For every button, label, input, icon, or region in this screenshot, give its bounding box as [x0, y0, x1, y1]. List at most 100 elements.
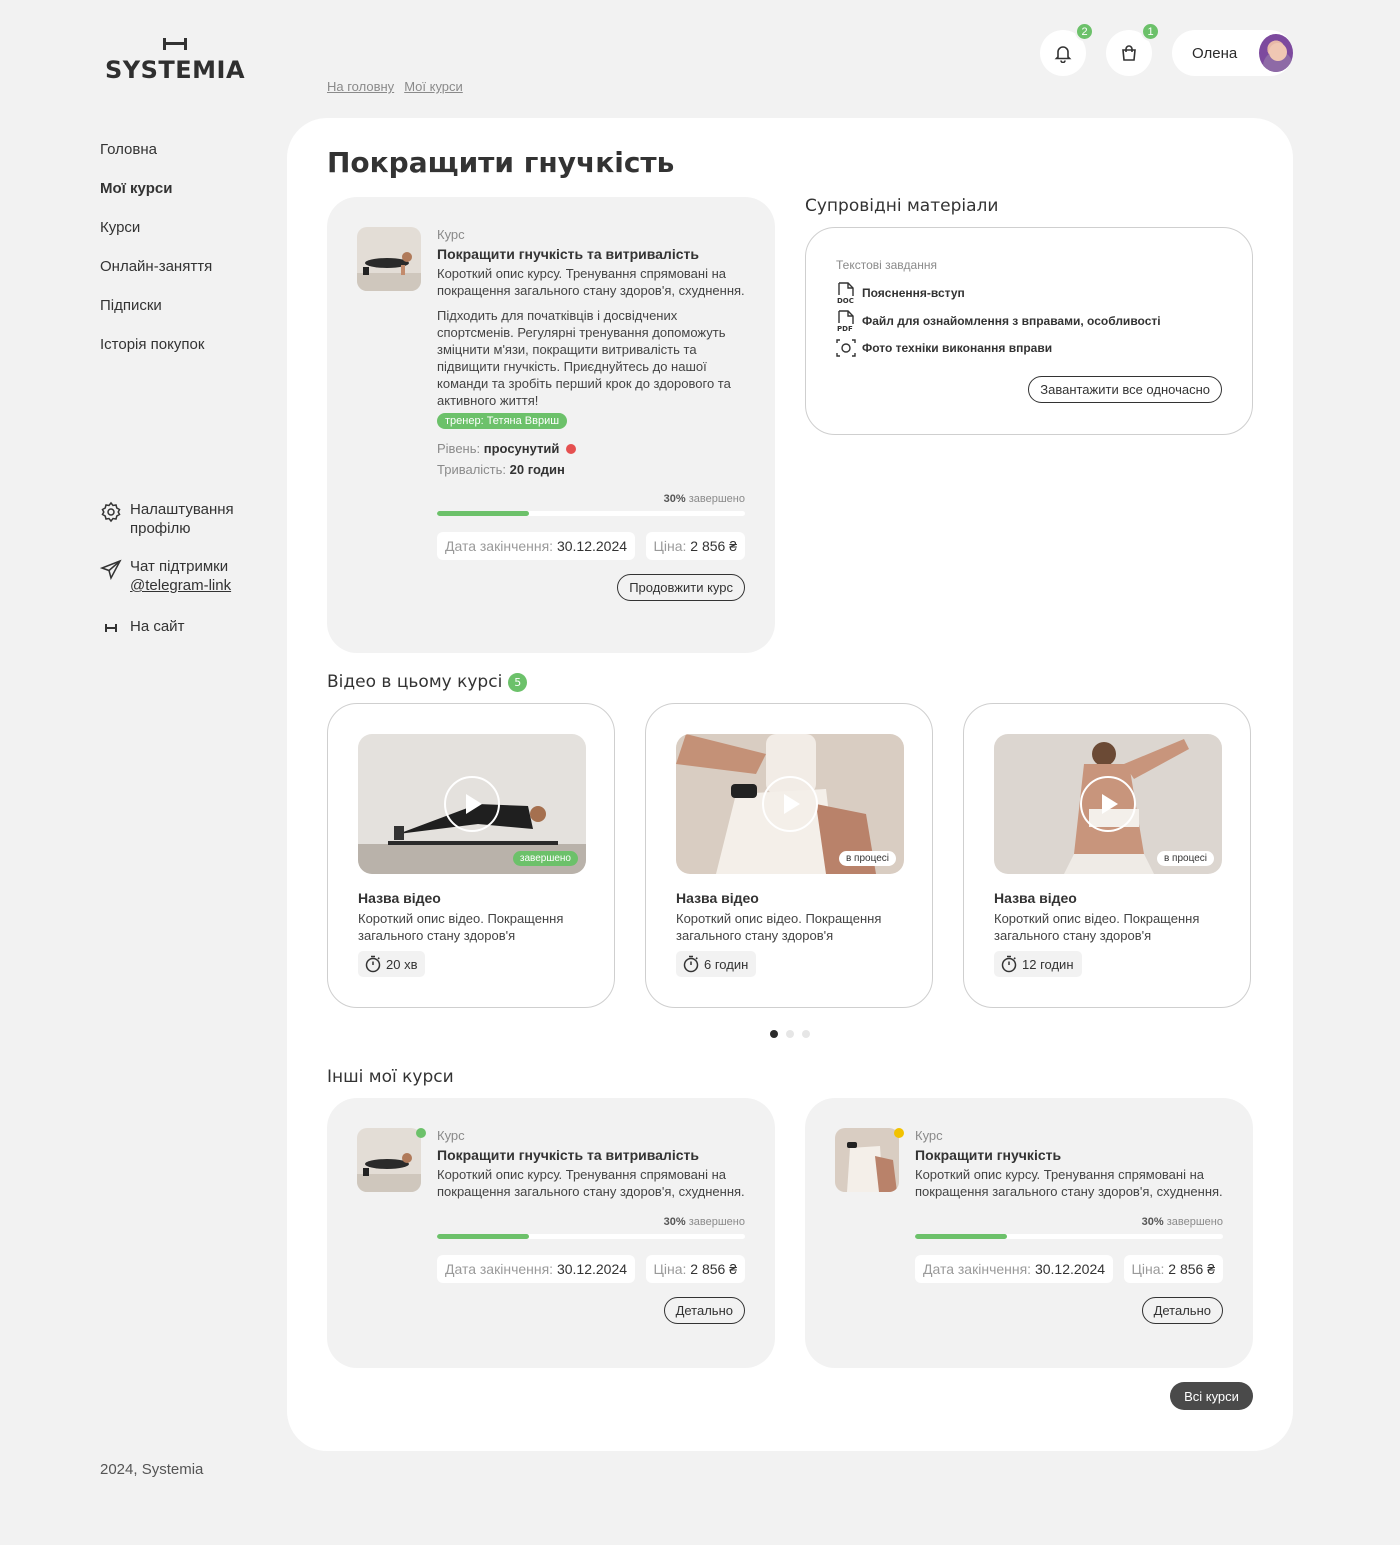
- course-title: Покращити гнучкість: [915, 1147, 1062, 1163]
- video-thumbnail[interactable]: в процесі: [676, 734, 904, 874]
- breadcrumb-home[interactable]: На головну: [327, 79, 394, 94]
- video-thumbnail[interactable]: в процесі: [994, 734, 1222, 874]
- avatar: [1259, 34, 1293, 72]
- details-button[interactable]: Детально: [1141, 1297, 1223, 1324]
- stopwatch-icon: [1001, 955, 1017, 973]
- course-thumbnail: [357, 227, 421, 291]
- user-menu[interactable]: Олена: [1172, 30, 1293, 76]
- video-desc: Короткий опис відео. Покращення загально…: [676, 911, 882, 943]
- course-short-desc: Короткий опис курсу. Тренування спрямова…: [915, 1167, 1223, 1199]
- profile-settings-link[interactable]: Налаштування профілю: [100, 500, 250, 538]
- level-label: Рівень:: [437, 441, 481, 456]
- sidebar-item-courses[interactable]: Курси: [100, 218, 212, 257]
- progress-value: 30%: [1141, 1216, 1164, 1228]
- stopwatch-icon: [365, 955, 381, 973]
- sidebar-item-home[interactable]: Головна: [100, 140, 212, 179]
- video-duration: 6 годин: [676, 951, 757, 977]
- video-card[interactable]: в процесі Назва відео Короткий опис віде…: [645, 703, 933, 1008]
- video-duration-value: 20 хв: [386, 956, 418, 972]
- gear-icon: [101, 501, 121, 523]
- other-courses-title: Інші мої курси: [327, 1067, 454, 1087]
- sidebar-item-subscriptions[interactable]: Підписки: [100, 296, 212, 335]
- video-card[interactable]: завершено Назва відео Короткий опис віде…: [327, 703, 615, 1008]
- carousel-dot[interactable]: [802, 1030, 810, 1038]
- cart-button[interactable]: 1: [1106, 22, 1160, 76]
- progress-fill: [915, 1234, 1008, 1239]
- materials-kicker: Текстові завдання: [836, 258, 937, 272]
- end-date-chip: Дата закінчення: 30.12.2024: [437, 532, 636, 560]
- end-date-chip: Дата закінчення: 30.12.2024: [437, 1255, 636, 1283]
- course-title: Покращити гнучкість та витривалість: [437, 246, 699, 262]
- other-course-card: Курс Покращити гнучкість Короткий опис к…: [805, 1098, 1253, 1368]
- progress-bar: [437, 1234, 745, 1239]
- video-card[interactable]: в процесі Назва відео Короткий опис віде…: [963, 703, 1251, 1008]
- go-to-site-link[interactable]: На сайт: [100, 617, 184, 638]
- price-label: Ціна:: [653, 1261, 687, 1277]
- material-intro-label: Пояснення-вступ: [862, 286, 965, 300]
- course-level: Рівень: просунутий: [437, 441, 745, 456]
- sidebar-item-purchase-history[interactable]: Історія покупок: [100, 335, 212, 374]
- price-chip: Ціна: 2 856 ₴: [645, 1255, 745, 1283]
- sidebar-item-my-courses[interactable]: Мої курси: [100, 179, 212, 218]
- notifications-button[interactable]: 2: [1040, 22, 1094, 76]
- play-icon[interactable]: [444, 776, 500, 832]
- materials-box: Текстові завдання DOC Пояснення-вступ PD…: [805, 227, 1253, 435]
- video-status-badge: в процесі: [838, 851, 896, 866]
- video-desc: Короткий опис відео. Покращення загально…: [994, 911, 1200, 943]
- videos-title: Відео в цьому курсі: [327, 672, 503, 692]
- materials-title: Супровідні матеріали: [805, 196, 999, 216]
- progress-bar: [437, 511, 745, 516]
- progress-value: 30%: [663, 493, 686, 505]
- end-date-label: Дата закінчення:: [445, 1261, 554, 1277]
- camera-icon: [836, 339, 856, 357]
- video-duration: 12 годин: [994, 951, 1082, 977]
- video-duration-value: 12 годин: [1022, 956, 1074, 972]
- video-status-badge: завершено: [512, 851, 578, 866]
- continue-course-button[interactable]: Продовжити курс: [617, 574, 745, 601]
- course-short-desc: Короткий опис курсу. Тренування спрямова…: [437, 266, 745, 298]
- download-all-button[interactable]: Завантажити все одночасно: [1028, 376, 1222, 403]
- carousel-dot[interactable]: [786, 1030, 794, 1038]
- level-indicator-dot: [566, 444, 576, 454]
- all-courses-button[interactable]: Всі курси: [1170, 1382, 1253, 1410]
- doc-file-icon: DOC: [837, 282, 854, 304]
- progress-label: 30% завершено: [437, 1216, 745, 1228]
- breadcrumb-my-courses[interactable]: Мої курси: [404, 79, 463, 94]
- material-technique-photo[interactable]: Фото техніки виконання вправи: [836, 338, 1052, 358]
- video-thumbnail[interactable]: завершено: [358, 734, 586, 874]
- brand-logo[interactable]: SYSTEMIA: [100, 38, 250, 84]
- material-intro[interactable]: DOC Пояснення-вступ: [836, 282, 965, 304]
- support-chat-link[interactable]: Чат підтримки @telegram-link: [100, 557, 231, 595]
- footer-copyright: 2024, Systemia: [100, 1461, 204, 1478]
- videos-title-row: Відео в цьому курсі 5: [327, 672, 528, 692]
- duration-label: Тривалість:: [437, 462, 507, 477]
- price-value: 2 856 ₴: [690, 1261, 737, 1277]
- sidebar-item-online-classes[interactable]: Онлайн-заняття: [100, 257, 212, 296]
- end-date-label: Дата закінчення:: [923, 1261, 1032, 1277]
- progress-suffix: завершено: [688, 493, 745, 505]
- course-status-dot: [894, 1128, 904, 1138]
- svg-text:PDF: PDF: [837, 325, 853, 332]
- stopwatch-icon: [683, 955, 699, 973]
- course-kicker: Курс: [437, 227, 465, 242]
- price-chip: Ціна: 2 856 ₴: [1123, 1255, 1223, 1283]
- support-telegram-link[interactable]: @telegram-link: [130, 576, 231, 595]
- carousel-dot[interactable]: [770, 1030, 778, 1038]
- paper-plane-icon: [100, 559, 122, 580]
- details-button[interactable]: Детально: [663, 1297, 745, 1324]
- page-title: Покращити гнучкість: [327, 146, 675, 179]
- progress-suffix: завершено: [1166, 1216, 1223, 1228]
- dumbbell-icon: [105, 624, 117, 632]
- breadcrumb: На головну Мої курси: [327, 79, 463, 94]
- user-name: Олена: [1192, 44, 1238, 62]
- course-info-row: Дата закінчення: 30.12.2024 Ціна: 2 856 …: [915, 1255, 1223, 1283]
- course-info: Курс Покращити гнучкість Короткий опис к…: [915, 1128, 1223, 1324]
- material-exercises-file[interactable]: PDF Файл для ознайомлення з вправами, ос…: [836, 310, 1161, 332]
- progress-suffix: завершено: [688, 1216, 745, 1228]
- shopping-bag-icon: [1122, 45, 1136, 61]
- videos-count-badge: 5: [508, 672, 528, 692]
- play-icon[interactable]: [762, 776, 818, 832]
- play-icon[interactable]: [1080, 776, 1136, 832]
- progress-label: 30% завершено: [437, 493, 745, 505]
- course-short-desc: Короткий опис курсу. Тренування спрямова…: [437, 1167, 745, 1199]
